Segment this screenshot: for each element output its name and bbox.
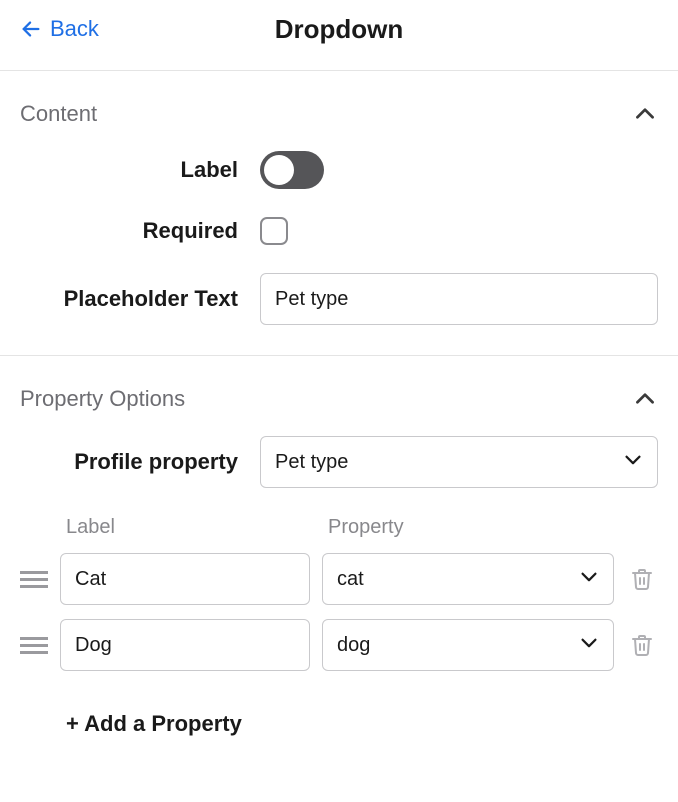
delete-option-button[interactable] <box>626 563 658 595</box>
drag-handle-icon[interactable] <box>20 567 48 592</box>
delete-option-button[interactable] <box>626 629 658 661</box>
content-section-toggle[interactable]: Content <box>0 71 678 151</box>
option-row <box>20 619 658 671</box>
placeholder-input[interactable] <box>260 273 658 325</box>
options-table: Label Property <box>20 516 658 737</box>
chevron-up-icon <box>632 101 658 127</box>
trash-icon <box>630 567 654 591</box>
trash-icon <box>630 633 654 657</box>
profile-property-select[interactable] <box>260 436 658 488</box>
required-field-label: Required <box>20 218 260 244</box>
content-section-title: Content <box>20 101 97 127</box>
col-label-header: Label <box>66 516 328 539</box>
required-checkbox[interactable] <box>260 217 288 245</box>
property-options-section-toggle[interactable]: Property Options <box>0 356 678 436</box>
chevron-up-icon <box>632 386 658 412</box>
content-section-body: Label Required Placeholder Text <box>0 151 678 355</box>
label-toggle[interactable] <box>260 151 324 189</box>
property-options-section: Property Options Profile property Label … <box>0 355 678 767</box>
placeholder-row: Placeholder Text <box>20 273 658 325</box>
option-label-input[interactable] <box>60 553 310 605</box>
required-row: Required <box>20 217 658 245</box>
option-property-select[interactable] <box>322 553 614 605</box>
arrow-left-icon <box>20 18 42 40</box>
option-row <box>20 553 658 605</box>
profile-property-row: Profile property <box>20 436 658 488</box>
drag-handle-icon[interactable] <box>20 633 48 658</box>
page-header: Back Dropdown <box>0 0 678 70</box>
add-property-button[interactable]: + Add a Property <box>66 711 242 737</box>
profile-property-label: Profile property <box>20 449 260 475</box>
property-options-section-body: Profile property Label Property <box>0 436 678 767</box>
content-section: Content Label Required Placeholder Text <box>0 70 678 355</box>
option-label-input[interactable] <box>60 619 310 671</box>
toggle-knob <box>264 155 294 185</box>
option-property-select[interactable] <box>322 619 614 671</box>
page-title: Dropdown <box>0 14 678 45</box>
label-row: Label <box>20 151 658 189</box>
options-head: Label Property <box>20 516 658 539</box>
label-field-label: Label <box>20 157 260 183</box>
back-button[interactable]: Back <box>20 16 99 42</box>
property-options-section-title: Property Options <box>20 386 185 412</box>
back-label: Back <box>50 16 99 42</box>
col-property-header: Property <box>328 516 658 539</box>
placeholder-field-label: Placeholder Text <box>20 286 260 312</box>
